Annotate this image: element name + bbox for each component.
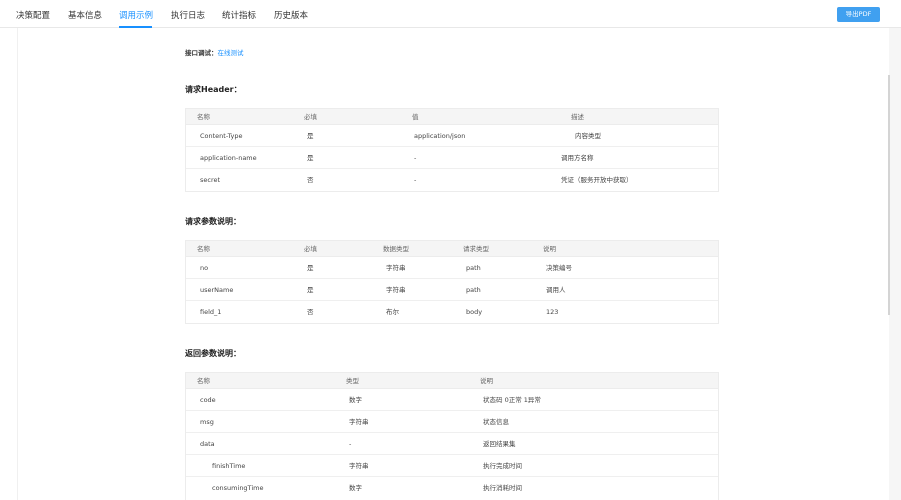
- table-cell: userName: [200, 279, 233, 301]
- table-cell: data: [200, 433, 215, 455]
- table-cell: 是: [307, 279, 314, 301]
- table-cell: 调用方名称: [561, 147, 594, 169]
- table-cell: 123: [546, 301, 558, 323]
- table-cell: 是: [307, 257, 314, 279]
- table-row: field_1 否 布尔 body 123: [186, 301, 718, 323]
- table-row: application-name 是 - 调用方名称: [186, 147, 718, 169]
- api-test-line: 接口调试：在线测试: [185, 47, 244, 57]
- table-cell: 否: [307, 169, 314, 191]
- table-cell: 是: [307, 147, 314, 169]
- table-cell: finishTime: [212, 455, 245, 477]
- response-params-table: 名称 类型 说明 code 数字 状态码 0正常 1异常 msg 字符串 状态信…: [185, 372, 719, 500]
- column-header: 名称: [197, 373, 210, 389]
- tab-statistics[interactable]: 统计指标: [222, 9, 256, 21]
- table-row: finishTime 字符串 执行完成时间: [186, 455, 718, 477]
- table-cell: path: [466, 279, 481, 301]
- table-header-row: 名称 必填 值 描述: [186, 109, 718, 125]
- column-header: 请求类型: [463, 241, 489, 257]
- table-cell: msg: [200, 411, 214, 433]
- column-header: 说明: [480, 373, 493, 389]
- table-cell: application/json: [414, 125, 465, 147]
- table-header-row: 名称 类型 说明: [186, 373, 718, 389]
- table-cell: 状态码 0正常 1异常: [483, 389, 541, 411]
- table-cell: 否: [307, 301, 314, 323]
- tab-call-example[interactable]: 调用示例: [119, 9, 153, 21]
- table-cell: 数字: [349, 477, 362, 499]
- table-cell: application-name: [200, 147, 257, 169]
- table-cell: 字符串: [386, 257, 406, 279]
- response-params-title: 返回参数说明：: [185, 348, 241, 359]
- table-cell: 调用人: [546, 279, 566, 301]
- table-cell: 数字: [349, 389, 362, 411]
- tab-decision-config[interactable]: 决策配置: [16, 9, 50, 21]
- table-cell: path: [466, 257, 481, 279]
- column-header: 名称: [197, 109, 210, 125]
- tab-history-version[interactable]: 历史版本: [274, 9, 308, 21]
- table-row: msg 字符串 状态信息: [186, 411, 718, 433]
- column-header: 数据类型: [383, 241, 409, 257]
- table-row: Content-Type 是 application/json 内容类型: [186, 125, 718, 147]
- table-cell: field_1: [200, 301, 221, 323]
- table-cell: 字符串: [349, 411, 369, 433]
- request-params-title: 请求参数说明：: [185, 216, 241, 227]
- table-cell: 状态信息: [483, 411, 509, 433]
- online-test-link[interactable]: 在线测试: [218, 49, 244, 57]
- table-cell: secret: [200, 169, 220, 191]
- scrollbar-thumb[interactable]: [888, 75, 890, 315]
- column-header: 值: [412, 109, 419, 125]
- column-header: 必填: [304, 241, 317, 257]
- table-cell: 字符串: [386, 279, 406, 301]
- table-row: userName 是 字符串 path 调用人: [186, 279, 718, 301]
- column-header: 必填: [304, 109, 317, 125]
- request-header-title: 请求Header：: [185, 84, 242, 95]
- table-row: no 是 字符串 path 决策编号: [186, 257, 718, 279]
- table-cell: body: [466, 301, 482, 323]
- table-cell: -: [349, 433, 351, 455]
- table-cell: 是: [307, 125, 314, 147]
- column-header: 名称: [197, 241, 210, 257]
- table-cell: -: [414, 147, 416, 169]
- table-cell: code: [200, 389, 216, 411]
- scrollbar-track[interactable]: [889, 28, 901, 500]
- table-cell: no: [200, 257, 208, 279]
- table-row: secret 否 - 凭证（服务开放中获取）: [186, 169, 718, 191]
- table-cell: Content-Type: [200, 125, 243, 147]
- table-cell: 布尔: [386, 301, 399, 323]
- table-cell: 返回结果集: [483, 433, 516, 455]
- tab-basic-info[interactable]: 基本信息: [68, 9, 102, 21]
- table-cell: -: [414, 169, 416, 191]
- table-header-row: 名称 必填 数据类型 请求类型 说明: [186, 241, 718, 257]
- table-cell: 执行完成时间: [483, 455, 522, 477]
- table-row: code 数字 状态码 0正常 1异常: [186, 389, 718, 411]
- table-cell: 字符串: [349, 455, 369, 477]
- table-cell: consumingTime: [212, 477, 263, 499]
- column-header: 类型: [346, 373, 359, 389]
- column-header: 说明: [543, 241, 556, 257]
- api-test-label: 接口调试：: [185, 49, 218, 57]
- column-header: 描述: [571, 109, 584, 125]
- table-cell: 执行消耗时间: [483, 477, 522, 499]
- table-row: consumingTime 数字 执行消耗时间: [186, 477, 718, 499]
- export-pdf-button[interactable]: 导出PDF: [837, 7, 880, 22]
- top-tab-bar: 决策配置 基本信息 调用示例 执行日志 统计指标 历史版本 导出PDF: [0, 0, 901, 28]
- request-header-table: 名称 必填 值 描述 Content-Type 是 application/js…: [185, 108, 719, 192]
- request-params-table: 名称 必填 数据类型 请求类型 说明 no 是 字符串 path 决策编号 us…: [185, 240, 719, 324]
- table-row: data - 返回结果集: [186, 433, 718, 455]
- table-cell: 凭证（服务开放中获取）: [561, 169, 633, 191]
- table-cell: 决策编号: [546, 257, 572, 279]
- table-cell: 内容类型: [575, 125, 601, 147]
- tab-execution-log[interactable]: 执行日志: [171, 9, 205, 21]
